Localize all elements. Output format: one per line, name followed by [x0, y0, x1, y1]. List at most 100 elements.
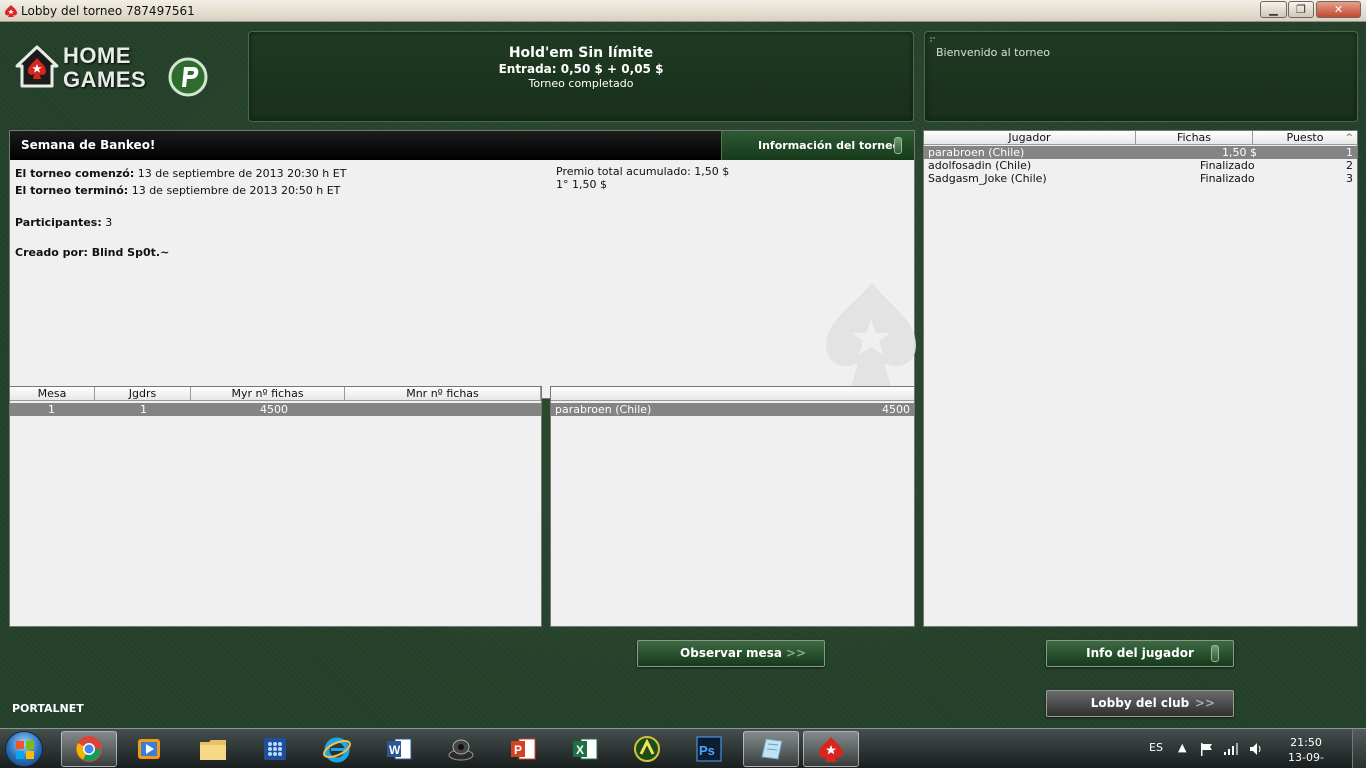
internet-explorer-icon[interactable]	[309, 731, 365, 767]
info-icon	[894, 137, 902, 154]
svg-text:X: X	[576, 743, 584, 757]
players-list[interactable]: Jugador Fichas Puesto ^ parabroen (Chile…	[923, 130, 1358, 627]
maximize-button[interactable]: ❐	[1288, 1, 1314, 18]
player-chips: 1,50 $	[1222, 146, 1257, 159]
table-players-count: 1	[140, 403, 147, 416]
tab-tournament-info[interactable]: Información del torneo	[721, 131, 914, 160]
participants-label: Participantes:	[15, 216, 102, 229]
column-header-max-chips[interactable]: Myr nº fichas	[191, 387, 345, 401]
club-lobby-button[interactable]: Lobby del club >>	[1046, 690, 1234, 717]
tournament-info-panel: Semana de Bankeo! Información del torneo…	[9, 130, 916, 399]
end-time-label: El torneo terminó:	[15, 184, 129, 197]
table-row[interactable]: 1 1 4500	[10, 403, 541, 416]
file-explorer-icon[interactable]	[185, 731, 241, 767]
home-games-logo-icon	[15, 45, 59, 88]
start-button[interactable]	[5, 731, 43, 767]
action-center-flag-icon[interactable]	[1199, 741, 1215, 757]
close-button[interactable]: ✕	[1316, 1, 1361, 18]
column-header-min-chips[interactable]: Mnr nº fichas	[345, 387, 541, 401]
svg-text:W: W	[389, 743, 401, 757]
column-header-jgdrs[interactable]: Jgdrs	[95, 387, 191, 401]
home-games-logo-text: HOME GAMES	[63, 43, 147, 92]
sort-ascending-icon: ^	[1345, 133, 1353, 143]
tables-list[interactable]: Mesa Jgdrs Myr nº fichas Mnr nº fichas 1…	[9, 386, 542, 627]
minimize-button[interactable]: ▁	[1260, 1, 1287, 18]
player-row[interactable]: adolfosadin (Chile) Finalizado 2	[924, 159, 1357, 172]
start-time-value: 13 de septiembre de 2013 20:30 h ET	[137, 167, 347, 180]
column-header-jugador[interactable]: Jugador	[924, 131, 1136, 145]
spade-watermark-icon	[826, 283, 916, 397]
tab-tournament-info-label: Información del torneo	[758, 139, 901, 152]
player-chips: Finalizado	[1200, 159, 1255, 172]
player-name: parabroen (Chile)	[928, 146, 1025, 159]
tournament-status: Torneo completado	[528, 77, 634, 90]
webcam-icon[interactable]	[433, 731, 489, 767]
table-player-name: parabroen (Chile)	[555, 403, 652, 416]
info-icon	[1211, 645, 1219, 662]
prize-first-place: 1° 1,50 $	[556, 178, 607, 191]
arrows-icon: >>	[1194, 696, 1215, 710]
powerpoint-icon[interactable]: P	[495, 731, 551, 767]
observe-table-label: Observar mesa	[680, 646, 782, 660]
excel-icon[interactable]: X	[557, 731, 613, 767]
end-time-value: 13 de septiembre de 2013 20:50 h ET	[131, 184, 341, 197]
windows-logo-icon	[16, 741, 34, 759]
player-name: Sadgasm_Joke (Chile)	[928, 172, 1047, 185]
chrome-icon[interactable]	[61, 731, 117, 767]
player-name: adolfosadin (Chile)	[928, 159, 1032, 172]
buy-in: Entrada: 0,50 $ + 0,05 $	[498, 62, 664, 76]
clock-date: 13-09-2013	[1288, 751, 1324, 768]
show-desktop-button[interactable]	[1352, 729, 1366, 768]
corner-dots-icon	[930, 37, 935, 42]
volume-icon[interactable]	[1248, 741, 1264, 757]
column-header-puesto[interactable]: Puesto ^	[1253, 131, 1357, 145]
game-type: Hold'em Sin límite	[508, 45, 654, 61]
pokerstars-app-icon	[5, 5, 17, 17]
table-player-row[interactable]: parabroen (Chile) 4500	[551, 403, 914, 416]
player-row[interactable]: parabroen (Chile) 1,50 $ 1	[924, 146, 1357, 159]
system-clock[interactable]: 21:50 13-09-2013	[1276, 735, 1336, 768]
calculator-icon[interactable]	[247, 731, 303, 767]
window-titlebar: Lobby del torneo 787497561 ▁ ❐ ✕	[0, 0, 1366, 22]
network-signal-icon[interactable]	[1223, 741, 1239, 757]
media-player-icon[interactable]	[121, 731, 177, 767]
arrows-icon: >>	[785, 646, 806, 660]
player-info-button[interactable]: Info del jugador	[1046, 640, 1234, 667]
column-header-fichas[interactable]: Fichas	[1136, 131, 1253, 145]
column-header-mesa[interactable]: Mesa	[10, 387, 95, 401]
photoshop-icon[interactable]: Ps	[681, 731, 737, 767]
table-player-chips: 4500	[882, 403, 910, 416]
prize-pool: Premio total acumulado: 1,50 $	[556, 165, 730, 178]
dictionary-icon[interactable]	[619, 731, 675, 767]
player-row[interactable]: Sadgasm_Joke (Chile) Finalizado 3	[924, 172, 1357, 185]
language-indicator[interactable]: ES	[1149, 741, 1163, 754]
observe-table-button[interactable]: Observar mesa >>	[637, 640, 825, 667]
table-max-chips: 4500	[260, 403, 288, 416]
notepad-icon[interactable]	[743, 731, 799, 767]
svg-text:Ps: Ps	[699, 743, 715, 758]
welcome-message: Bienvenido al torneo	[936, 46, 1050, 59]
windows-taskbar: W P X Ps ES ▲ 21:50 13-09-2013	[0, 728, 1366, 768]
player-place: 3	[1346, 172, 1353, 185]
player-place: 1	[1346, 146, 1353, 159]
table-players-header	[551, 387, 914, 401]
svg-text:P: P	[514, 743, 522, 757]
tournament-name: Semana de Bankeo!	[21, 138, 156, 152]
network-name: PORTALNET	[12, 702, 84, 715]
player-chips: Finalizado	[1200, 172, 1255, 185]
player-place: 2	[1346, 159, 1353, 172]
window-title: Lobby del torneo 787497561	[21, 4, 195, 18]
word-icon[interactable]: W	[371, 731, 427, 767]
table-players-list[interactable]: parabroen (Chile) 4500	[550, 386, 915, 627]
column-header-puesto-label: Puesto	[1286, 131, 1324, 144]
show-hidden-icons-icon[interactable]: ▲	[1178, 741, 1186, 754]
tournament-header-panel: Hold'em Sin límite Entrada: 0,50 $ + 0,0…	[248, 31, 914, 122]
pokerstars-icon[interactable]	[803, 731, 859, 767]
table-number: 1	[48, 403, 55, 416]
participants-value: 3	[105, 216, 113, 229]
welcome-panel: Bienvenido al torneo	[924, 31, 1358, 122]
pokerstars-p-logo-icon	[168, 57, 208, 97]
lobby-content: HOME GAMES Hold'em Sin límite Entrada: 0…	[0, 22, 1366, 728]
player-info-label: Info del jugador	[1086, 646, 1194, 660]
info-panel-header: Semana de Bankeo! Información del torneo	[10, 131, 914, 160]
